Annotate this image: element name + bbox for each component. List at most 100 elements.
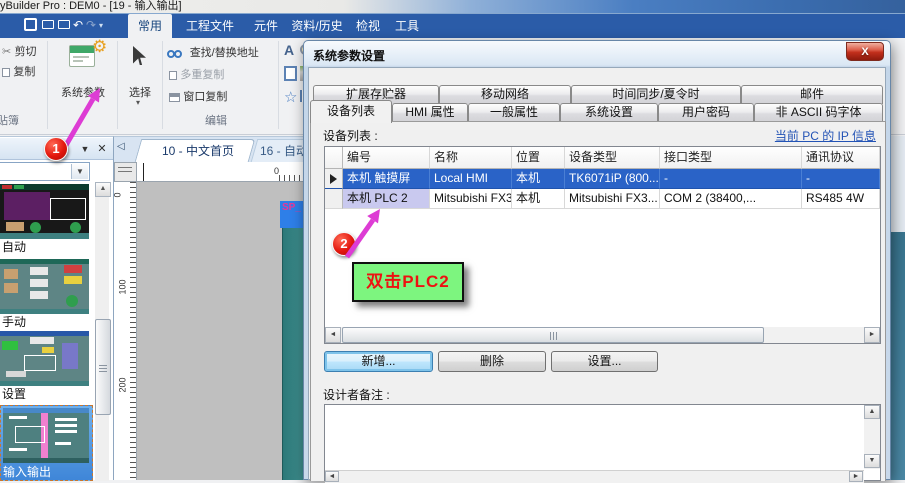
find-replace-address-button[interactable]: 查找/替换地址 bbox=[167, 45, 259, 60]
tab-non-ascii-fonts[interactable]: 非 ASCII 码字体 bbox=[754, 103, 883, 122]
panel-menu-caret-icon[interactable]: ▼ bbox=[78, 142, 92, 156]
font-icon[interactable]: A bbox=[284, 42, 294, 58]
select-caret-icon[interactable]: ▾ bbox=[136, 98, 140, 107]
cursor-arrow-icon bbox=[133, 46, 146, 65]
scrollbar-thumb[interactable] bbox=[95, 319, 111, 415]
system-parameters-button[interactable]: ⚙ 系统参数 bbox=[52, 40, 114, 100]
cell-no[interactable]: 本机 触摸屏 bbox=[343, 169, 430, 189]
multi-copy-button[interactable]: 多重复制 bbox=[169, 67, 224, 82]
list-item[interactable]: 手动 bbox=[0, 259, 93, 329]
cell-name[interactable]: Local HMI bbox=[430, 169, 512, 189]
scroll-left-icon[interactable]: ◄ bbox=[325, 327, 341, 343]
note-horizontal-scrollbar[interactable]: ◄ ► bbox=[325, 470, 864, 483]
canvas-tab-inactive-label[interactable]: 16 - 自动 bbox=[260, 142, 308, 159]
tab-system-setting[interactable]: 系统设置 bbox=[560, 103, 658, 122]
row-marker-cell bbox=[325, 189, 343, 209]
tab-general[interactable]: 一般属性 bbox=[468, 103, 560, 122]
col-protocol[interactable]: 通讯协议 bbox=[802, 147, 880, 169]
designer-note-input[interactable] bbox=[325, 405, 867, 473]
list-item-label: 输入输出 bbox=[3, 465, 51, 479]
table-row[interactable]: 本机 PLC 2 Mitsubishi FX3... 本机 Mitsubishi… bbox=[325, 189, 880, 209]
add-button[interactable]: 新增... bbox=[324, 351, 433, 372]
preview-mode-select[interactable]: ▼ bbox=[0, 162, 90, 181]
cell-no[interactable]: 本机 PLC 2 bbox=[343, 189, 430, 209]
scroll-up-icon[interactable]: ▲ bbox=[95, 182, 111, 197]
col-no[interactable]: 编号 bbox=[343, 147, 430, 169]
settings-button[interactable]: 设置... bbox=[551, 351, 658, 372]
col-interface[interactable]: 接口类型 bbox=[660, 147, 802, 169]
list-item[interactable]: 设置 bbox=[0, 331, 93, 401]
cell-interface[interactable]: - bbox=[660, 169, 802, 189]
scrollbar-thumb[interactable] bbox=[342, 327, 764, 343]
device-table[interactable]: 编号 名称 位置 设备类型 接口类型 通讯协议 本机 触摸屏 Local HMI… bbox=[324, 146, 881, 344]
cell-interface[interactable]: COM 2 (38400,... bbox=[660, 189, 802, 209]
current-pc-ip-link[interactable]: 当前 PC 的 IP 信息 bbox=[775, 127, 876, 144]
tab-email[interactable]: 邮件 bbox=[741, 85, 883, 104]
list-object-icon[interactable] bbox=[284, 66, 297, 81]
copy-icon bbox=[2, 68, 10, 77]
scroll-up-icon[interactable]: ▲ bbox=[864, 405, 880, 419]
copy-button[interactable]: 复制 bbox=[2, 64, 35, 79]
panel-scrollbar[interactable]: ▲ bbox=[95, 182, 109, 481]
table-row[interactable]: 本机 触摸屏 Local HMI 本机 TK6071iP (800... - - bbox=[325, 169, 880, 189]
canvas-tab-active-label[interactable]: 10 - 中文首页 bbox=[146, 142, 250, 159]
ribbon-tab-project[interactable]: 工程文件 bbox=[180, 14, 240, 39]
tab-scroll-left-icon[interactable]: ◁ bbox=[117, 141, 125, 152]
export-icon[interactable] bbox=[42, 20, 54, 29]
list-item[interactable]: 自动 bbox=[0, 184, 93, 254]
scissors-icon: ✂ bbox=[2, 46, 11, 58]
delete-button[interactable]: 删除 bbox=[438, 351, 546, 372]
list-item-label: 设置 bbox=[2, 387, 26, 401]
v-ruler-0: 0 bbox=[113, 192, 123, 197]
panel-close-icon[interactable]: ✕ bbox=[95, 142, 109, 156]
dialog-close-button[interactable]: X bbox=[846, 42, 884, 61]
system-parameters-label: 系统参数 bbox=[52, 84, 114, 100]
redo-icon[interactable]: ↷ bbox=[86, 17, 96, 33]
star-icon[interactable]: ☆ bbox=[284, 88, 297, 106]
vertical-ruler: 0 100 200 bbox=[114, 182, 137, 480]
sp-object[interactable]: SP_ bbox=[280, 201, 303, 228]
quick-access-caret-icon[interactable]: ▾ bbox=[99, 21, 103, 30]
scroll-right-icon[interactable]: ► bbox=[849, 471, 863, 482]
cut-button[interactable]: ✂ 剪切 bbox=[2, 44, 37, 59]
cell-protocol[interactable]: - bbox=[802, 169, 880, 189]
cell-location[interactable]: 本机 bbox=[512, 189, 565, 209]
scroll-down-icon[interactable]: ▼ bbox=[864, 454, 880, 468]
scroll-left-icon[interactable]: ◄ bbox=[325, 471, 339, 482]
system-parameter-dialog: 系统参数设置 X 扩展存贮器 移动网络 时间同步/夏令时 邮件 设备列表 HMI… bbox=[303, 40, 891, 480]
scroll-right-icon[interactable]: ► bbox=[864, 327, 880, 343]
tab-cellular-network[interactable]: 移动网络 bbox=[439, 85, 571, 104]
window-copy-button[interactable]: 窗口复制 bbox=[169, 89, 227, 104]
undo-icon[interactable]: ↶ bbox=[73, 17, 83, 33]
tab-hmi-attributes[interactable]: HMI 属性 bbox=[392, 103, 468, 122]
cell-name[interactable]: Mitsubishi FX3... bbox=[430, 189, 512, 209]
cell-location[interactable]: 本机 bbox=[512, 169, 565, 189]
tab-device-list[interactable]: 设备列表 bbox=[310, 100, 392, 123]
double-click-plc2-callout: 双击PLC2 bbox=[352, 262, 464, 302]
cell-device-type[interactable]: TK6071iP (800... bbox=[565, 169, 660, 189]
tab-time-sync[interactable]: 时间同步/夏令时 bbox=[571, 85, 741, 104]
col-name[interactable]: 名称 bbox=[430, 147, 512, 169]
combo-caret-icon: ▼ bbox=[71, 164, 88, 179]
cell-device-type[interactable]: Mitsubishi FX3... bbox=[565, 189, 660, 209]
current-row-marker bbox=[325, 169, 343, 189]
col-location[interactable]: 位置 bbox=[512, 147, 565, 169]
teal-bar-object[interactable] bbox=[282, 228, 303, 480]
thumbnail bbox=[0, 184, 89, 239]
ribbon-tab-object[interactable]: 元件 bbox=[246, 14, 286, 39]
window-copy-quick-icon[interactable] bbox=[58, 20, 70, 29]
table-horizontal-scrollbar[interactable]: ◄ ► bbox=[325, 327, 880, 343]
window-title: yBuilder Pro : DEM0 - [19 - 输入输出] bbox=[0, 0, 182, 13]
tab-user-password[interactable]: 用户密码 bbox=[658, 103, 754, 122]
note-vertical-scrollbar[interactable]: ▲ ▼ bbox=[864, 405, 880, 469]
ribbon-tab-tool[interactable]: 工具 bbox=[390, 14, 424, 39]
list-item-selected[interactable]: 输入输出 bbox=[0, 405, 93, 481]
col-device-type[interactable]: 设备类型 bbox=[565, 147, 660, 169]
ribbon-tab-view[interactable]: 检视 bbox=[350, 14, 386, 39]
select-button[interactable]: 选择 ▾ bbox=[120, 40, 160, 112]
edit-group-label: 编辑 bbox=[196, 115, 236, 128]
ribbon-tab-common[interactable]: 常用 bbox=[128, 14, 172, 39]
save-icon[interactable] bbox=[24, 18, 37, 31]
cell-protocol[interactable]: RS485 4W bbox=[802, 189, 880, 209]
ribbon-tab-data-history[interactable]: 资料/历史 bbox=[288, 14, 346, 39]
